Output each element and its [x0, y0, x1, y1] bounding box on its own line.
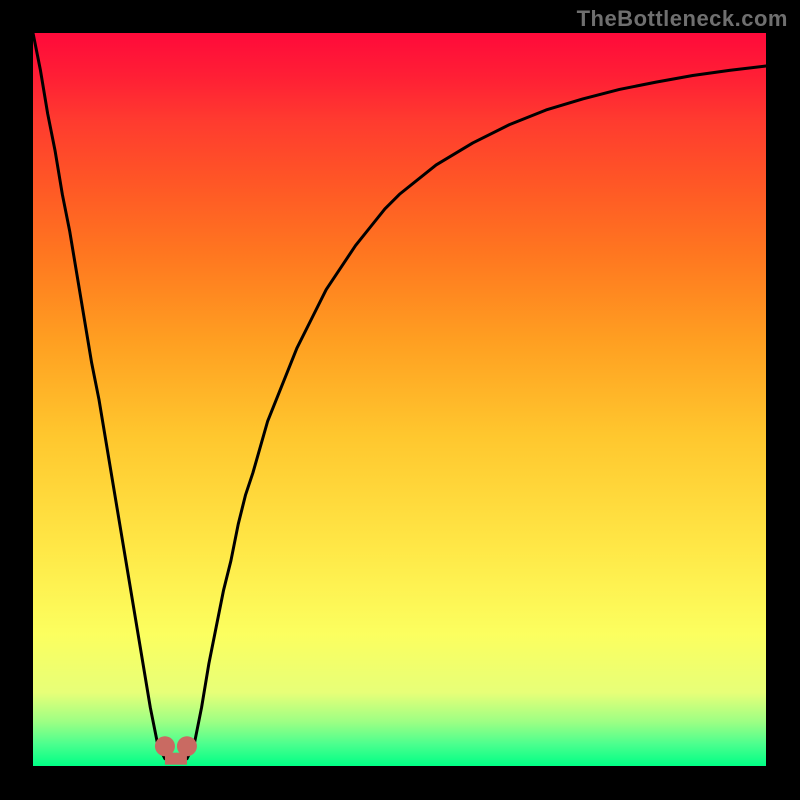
chart-frame: TheBottleneck.com	[0, 0, 800, 800]
watermark-text: TheBottleneck.com	[577, 6, 788, 32]
plot-area	[33, 33, 766, 766]
bottleneck-curve	[33, 33, 766, 766]
